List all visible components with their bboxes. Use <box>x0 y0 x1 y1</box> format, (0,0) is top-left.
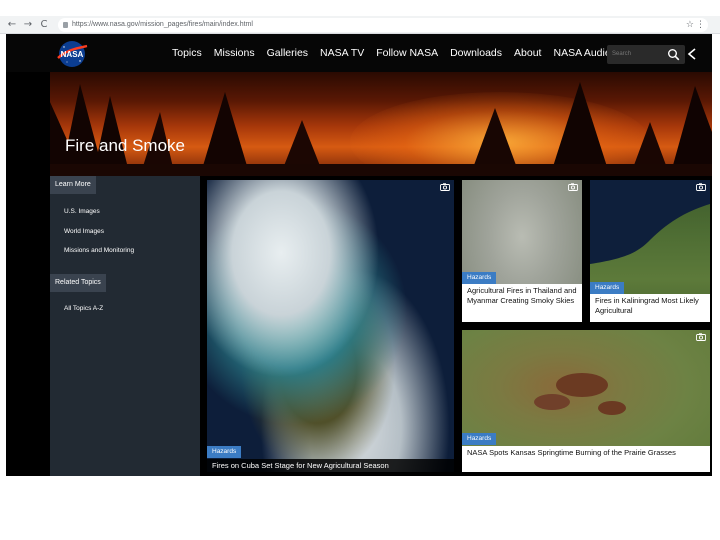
sidebar-link-world-images[interactable]: World Images <box>64 228 104 235</box>
search-input[interactable]: Search <box>607 45 685 64</box>
sidebar-link-missions-monitoring[interactable]: Missions and Monitoring <box>64 247 134 254</box>
nav-topics[interactable]: Topics <box>166 47 208 59</box>
back-arrow-icon[interactable]: ← <box>6 18 18 32</box>
card-thailand[interactable]: Hazards Agricultural Fires in Thailand a… <box>462 180 582 322</box>
card-title[interactable]: Fires on Cuba Set Stage for New Agricult… <box>207 459 454 472</box>
nasa-logo[interactable]: NASA <box>56 40 88 68</box>
card-title[interactable]: Agricultural Fires in Thailand and Myanm… <box>462 284 582 322</box>
category-tag[interactable]: Hazards <box>462 272 497 284</box>
category-tag[interactable]: Hazards <box>590 282 625 294</box>
search-placeholder: Search <box>612 51 632 57</box>
camera-icon <box>696 183 706 191</box>
nav-nasa-tv[interactable]: NASA TV <box>314 47 370 59</box>
lock-icon <box>63 22 68 28</box>
logo-wordmark: NASA <box>61 50 84 59</box>
sidebar-link-us-images[interactable]: U.S. Images <box>64 208 100 215</box>
category-tag[interactable]: Hazards <box>462 433 497 445</box>
nav-about[interactable]: About <box>508 47 547 59</box>
category-tag[interactable]: Hazards <box>207 446 242 458</box>
card-title[interactable]: Fires in Kaliningrad Most Likely Agricul… <box>590 294 710 322</box>
camera-icon <box>568 183 578 191</box>
browser-toolbar: ← → C https://www.nasa.gov/mission_pages… <box>0 16 720 34</box>
learn-more-heading: Learn More <box>50 176 96 194</box>
card-cuba[interactable]: Hazards Fires on Cuba Set Stage for New … <box>207 180 454 472</box>
search-icon[interactable] <box>667 48 680 61</box>
page-title: Fire and Smoke <box>65 136 185 155</box>
nasa-page: NASA Topics Missions Galleries NASA TV F… <box>6 34 712 476</box>
sidebar: Learn More U.S. Images World Images Miss… <box>50 176 200 476</box>
hero-banner: Fire and Smoke <box>50 72 712 176</box>
related-topics-heading: Related Topics <box>50 274 106 292</box>
nav-follow-nasa[interactable]: Follow NASA <box>370 47 444 59</box>
image-gallery: Hazards Fires on Cuba Set Stage for New … <box>200 176 712 476</box>
share-icon[interactable] <box>687 48 697 60</box>
reload-icon[interactable]: C <box>38 18 50 32</box>
card-title[interactable]: NASA Spots Kansas Springtime Burning of … <box>462 446 710 472</box>
card-kansas[interactable]: Hazards NASA Spots Kansas Springtime Bur… <box>462 330 710 472</box>
bookmark-star-icon[interactable]: ☆ <box>686 18 694 32</box>
sidebar-link-all-topics[interactable]: All Topics A-Z <box>64 305 103 312</box>
browser-menu-icon[interactable]: ⋮ <box>696 18 705 32</box>
url-text: https://www.nasa.gov/mission_pages/fires… <box>72 21 253 28</box>
card-kaliningrad[interactable]: Hazards Fires in Kaliningrad Most Likely… <box>590 180 710 322</box>
camera-icon <box>696 333 706 341</box>
camera-icon <box>440 183 450 191</box>
nav-downloads[interactable]: Downloads <box>444 47 508 59</box>
forward-arrow-icon[interactable]: → <box>22 18 34 32</box>
hero-tree-silhouettes <box>50 82 712 176</box>
address-bar[interactable]: https://www.nasa.gov/mission_pages/fires… <box>58 18 708 32</box>
main-nav: Topics Missions Galleries NASA TV Follow… <box>166 34 639 72</box>
site-header: NASA Topics Missions Galleries NASA TV F… <box>6 34 712 72</box>
nav-galleries[interactable]: Galleries <box>261 47 314 59</box>
nav-missions[interactable]: Missions <box>208 47 261 59</box>
